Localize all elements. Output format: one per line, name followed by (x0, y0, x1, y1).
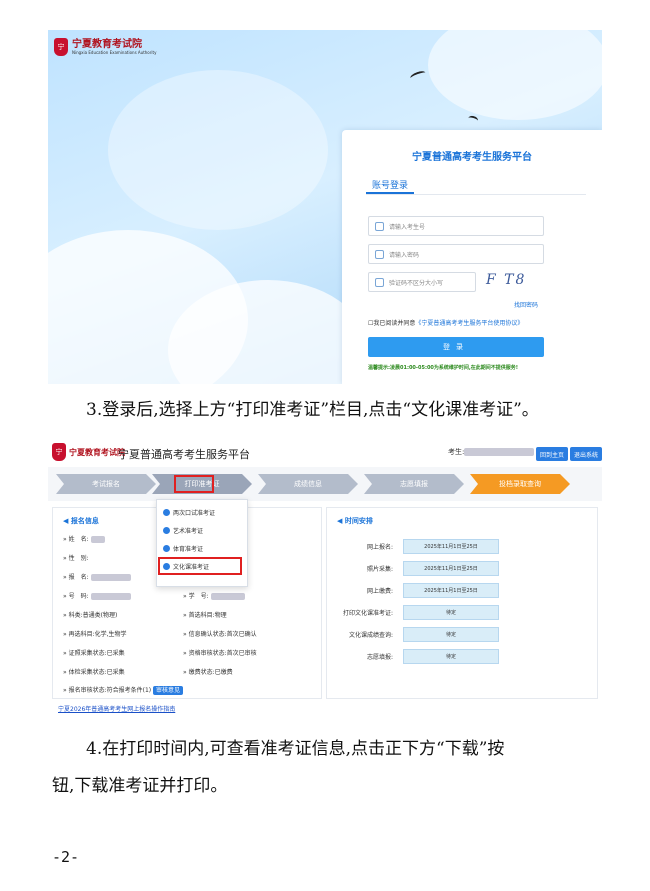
agreement-link[interactable]: 《宁夏普通高考考生服务平台使用协议》 (415, 320, 523, 327)
captcha-image[interactable]: F T8 (486, 272, 526, 288)
step-admission-query[interactable]: 投档录取查询 (470, 474, 570, 494)
step4-text-line2: 钮,下载准考证并打印。 (52, 776, 228, 796)
logo: 宁 宁夏教育考试院 Ningxia Education Examinations… (54, 38, 156, 56)
bird-icon (467, 114, 479, 125)
highlight-box (174, 475, 214, 493)
candidate-info: 考生: (448, 447, 535, 457)
field-photo-status: » 证照采集状态:已采集 (63, 650, 125, 657)
time-label: 志愿填报: (366, 654, 393, 661)
username-input[interactable]: 请输入考生号 (368, 216, 544, 236)
step-navigation: 考试报名 打印准考证 成绩信息 志愿填报 投档录取查询 (48, 467, 602, 501)
login-title: 宁夏普通高考考生服务平台 (412, 152, 532, 163)
step-volunteer[interactable]: 志愿填报 (364, 474, 464, 494)
username-placeholder: 请输入考生号 (389, 223, 426, 231)
time-value: 2025年11月1日至25日 (403, 561, 499, 576)
registration-panel-title: ◀ 报名信息 (63, 517, 99, 525)
step-score-info[interactable]: 成绩信息 (258, 474, 358, 494)
platform-title: 宁夏普通高考考生服务平台 (118, 448, 250, 461)
time-value: 2025年11月1日至25日 (403, 539, 499, 554)
schedule-panel-title: ◀ 时间安排 (337, 517, 373, 525)
field-registration: » 报 名: (63, 572, 131, 581)
time-label: 打印文化课准考证: (342, 610, 393, 617)
cloud-decoration (108, 70, 328, 230)
dashboard-screenshot: 宁 宁夏教育考试院 宁夏普通高考考生服务平台 考生: 回到主页 退出系统 考试报… (48, 437, 602, 720)
highlight-box (158, 557, 242, 575)
dashboard-header: 宁 宁夏教育考试院 宁夏普通高考考生服务平台 考生: 回到主页 退出系统 (48, 437, 602, 468)
field-info-confirm: » 信息确认状态:首次已确认 (183, 631, 257, 638)
candidate-label: 考生: (448, 448, 465, 456)
agree-prefix: 我已阅读并同意 (373, 320, 416, 327)
bullet-icon (163, 545, 170, 552)
bullet-icon (163, 527, 170, 534)
review-button[interactable]: 审核意见 (153, 686, 184, 695)
login-screenshot: 宁 宁夏教育考试院 Ningxia Education Examinations… (48, 30, 602, 384)
page-number: -2- (52, 848, 80, 866)
seal-icon: 宁 (54, 38, 68, 56)
field-category: » 科类:普通类(物理) (63, 612, 118, 619)
password-placeholder: 请输入密码 (389, 251, 420, 259)
tab-account-login[interactable]: 账号登录 (372, 178, 408, 191)
login-button[interactable]: 登录 (368, 337, 544, 357)
logo-text: 宁夏教育考试院 (69, 447, 125, 457)
logo-subtext: Ningxia Education Examinations Authority (72, 49, 157, 55)
field-payment: » 缴费状态:已缴费 (183, 669, 233, 676)
menu-item-art-admission[interactable]: 艺术准考证 (163, 526, 203, 535)
field-name: » 姓 名: (63, 534, 105, 543)
schedule-panel: ◀ 时间安排 网上报名: 2025年11月1日至25日 照片采集: 2025年1… (326, 507, 598, 699)
time-value: 待定 (403, 649, 499, 664)
step-exam-registration[interactable]: 考试报名 (56, 474, 156, 494)
menu-item-oral-admission[interactable]: 两次口试准考证 (163, 508, 215, 517)
field-physical-status: » 体检采集状态:已采集 (63, 669, 125, 676)
step3-text: 3.登录后,选择上方“打印准考证”栏目,点击“文化课准考证”。 (86, 400, 539, 420)
lock-icon (375, 249, 384, 259)
captcha-placeholder: 验证码不区分大小写 (389, 279, 444, 287)
bullet-icon (163, 509, 170, 516)
cloud-decoration (428, 30, 602, 120)
maintenance-notice: 温馨提示:凌晨01:00-05:00为系统维护时间,在此期间不提供服务! (368, 365, 519, 371)
field-qualification: » 资格审核状态:首次已审核 (183, 650, 257, 657)
agreement-checkbox[interactable]: ☐我已阅读并同意《宁夏普通高考考生服务平台使用协议》 (368, 318, 523, 327)
time-label: 照片采集: (366, 566, 393, 573)
time-value: 待定 (403, 627, 499, 642)
captcha-input[interactable]: 验证码不区分大小写 (368, 272, 476, 292)
time-value: 2025年11月1日至25日 (403, 583, 499, 598)
bird-icon (409, 69, 427, 82)
forgot-password-link[interactable]: 找回密码 (514, 300, 538, 309)
login-panel: 宁夏普通高考考生服务平台 账号登录 请输入考生号 请输入密码 验证码不区分大小写… (342, 130, 602, 384)
password-input[interactable]: 请输入密码 (368, 244, 544, 264)
field-student-id: » 学 号: (183, 591, 245, 600)
field-review-status: » 报名审核状态:符合报考条件(1) 审核意见 (63, 685, 184, 695)
time-label: 网上报名: (366, 544, 393, 551)
tab-divider (366, 194, 586, 195)
logout-button[interactable]: 退出系统 (570, 447, 602, 461)
time-label: 文化课成绩查询: (348, 632, 393, 639)
field-gender: » 性 别: (63, 555, 89, 562)
field-first-subject: » 首选科目:物理 (183, 612, 227, 619)
field-number: » 号 码: (63, 591, 131, 600)
seal-icon: 宁 (52, 443, 66, 461)
captcha-icon (375, 277, 384, 287)
registration-guide-link[interactable]: 宁夏2026年普通高考考生网上报名操作指南 (58, 704, 175, 713)
logo: 宁 宁夏教育考试院 (52, 443, 125, 461)
home-button[interactable]: 回到主页 (536, 447, 569, 461)
user-icon (375, 221, 384, 231)
time-label: 网上缴费: (366, 588, 393, 595)
logo-text: 宁夏教育考试院 (72, 38, 142, 50)
tab-active-indicator (366, 192, 414, 194)
step4-text-line1: 4.在打印时间内,可查看准考证信息,点击正下方“下载”按 (86, 739, 505, 759)
menu-item-sports-admission[interactable]: 体育准考证 (163, 544, 203, 553)
redacted-name (464, 448, 535, 456)
field-reselected-subjects: » 再选科目:化学,生物学 (63, 631, 127, 638)
time-value: 待定 (403, 605, 499, 620)
